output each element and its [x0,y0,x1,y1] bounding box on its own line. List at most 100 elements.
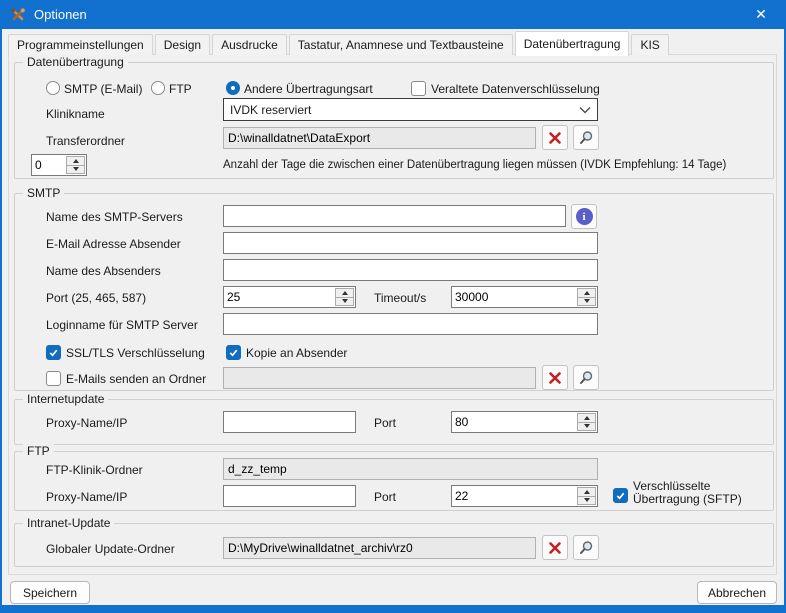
ftp-port-spin-up[interactable] [578,488,595,496]
smtp-server-input[interactable] [223,205,566,227]
tab-strip: Programmeinstellungen Design Ausdrucke T… [8,31,671,55]
tab-datenuebertragung[interactable]: Datenübertragung [515,31,630,56]
close-button[interactable]: ✕ [744,4,778,25]
red-x-icon [548,541,562,555]
smtp-port-spin-down[interactable] [336,297,353,306]
tage-spinner [31,154,87,176]
ftp-port-input[interactable] [452,486,576,506]
radio-ftp[interactable] [151,81,165,95]
checkbox-ssl-tls[interactable] [46,345,61,360]
globaler-update-ordner-field: D:\MyDrive\winalldatnet_archiv\rz0 [223,537,536,559]
save-button[interactable]: Speichern [10,581,90,604]
checkbox-veraltete-datenverschluesselung[interactable] [411,81,426,96]
checkbox-ssl-tls-label: SSL/TLS Verschlüsselung [66,346,205,360]
window-border-bottom [0,605,786,613]
transferordner-clear-button[interactable] [542,125,568,150]
checkbox-kopie-absender[interactable] [226,345,241,360]
inet-port-spin-up[interactable] [578,414,595,422]
smtp-port-spin-up[interactable] [336,289,353,297]
chevron-down-icon [579,106,591,114]
globaler-update-clear-button[interactable] [542,535,568,560]
red-x-icon [548,131,562,145]
timeout-label: Timeout/s [374,291,426,305]
group-intranet-update: Intranet-Update Globaler Update-Ordner D… [14,523,774,567]
transferordner-browse-button[interactable] [573,125,599,150]
ftp-proxy-input[interactable] [223,485,356,507]
checkbox-sftp[interactable] [613,488,628,503]
radio-smtp-email[interactable] [46,81,60,95]
timeout-spin-up[interactable] [578,289,595,297]
timeout-input[interactable] [452,287,576,307]
smtp-server-info-button[interactable]: i [571,204,597,229]
emails-ordner-browse-button[interactable] [573,365,599,390]
tools-icon [10,7,26,23]
checkbox-kopie-absender-label: Kopie an Absender [246,346,347,360]
globaler-update-browse-button[interactable] [573,535,599,560]
inet-port-label: Port [374,416,396,430]
smtp-port-label: Port (25, 465, 587) [46,291,146,305]
timeout-spin-down[interactable] [578,297,595,306]
magnifier-icon [578,130,594,146]
ftp-klinik-ordner-field: d_zz_temp [223,458,598,480]
radio-andere-uebertragungsart[interactable] [226,81,240,95]
tage-spin-down[interactable] [67,165,84,174]
inet-port-input[interactable] [452,412,576,432]
klinikname-value: IVDK reserviert [230,103,311,117]
group-smtp: SMTP Name des SMTP-Servers i E-Mail Adre… [14,193,774,391]
klinikname-select[interactable]: IVDK reserviert [223,98,598,121]
ftp-port-spinner [451,485,598,507]
smtp-server-label: Name des SMTP-Servers [46,210,183,224]
tab-design[interactable]: Design [155,34,210,55]
inet-port-spinner [451,411,598,433]
emails-ordner-field [223,367,536,389]
tage-input[interactable] [32,155,65,175]
group-datenuebertragung: Datenübertragung SMTP (E-Mail) FTP Ander… [14,62,774,179]
inet-port-spin-buttons [577,413,596,431]
inet-port-spin-down[interactable] [578,422,595,431]
globaler-update-ordner-label: Globaler Update-Ordner [46,542,175,556]
inet-proxy-input[interactable] [223,411,356,433]
checkbox-emails-ordner[interactable] [46,371,61,386]
group-internetupdate: Internetupdate Proxy-Name/IP Port [14,399,774,445]
email-absender-label: E-Mail Adresse Absender [46,237,181,251]
smtp-port-input[interactable] [224,287,334,307]
magnifier-icon [578,370,594,386]
group-title: Internetupdate [23,392,108,407]
check-icon [48,347,59,358]
ftp-proxy-label: Proxy-Name/IP [46,490,127,504]
klinikname-label: Klinikname [46,107,105,121]
tab-tastatur-anamnese[interactable]: Tastatur, Anamnese und Textbausteine [289,34,513,55]
email-absender-input[interactable] [223,232,598,254]
group-title: SMTP [23,186,64,201]
window-border-left [0,0,2,613]
cancel-button[interactable]: Abbrechen [697,581,777,604]
window-title: Optionen [34,7,87,22]
radio-ftp-label: FTP [169,82,192,96]
magnifier-icon [578,540,594,556]
checkbox-emails-ordner-label: E-Mails senden an Ordner [66,372,206,386]
timeout-spinner [451,286,598,308]
transferordner-field: D:\winalldatnet\DataExport [223,127,536,149]
group-title: FTP [23,444,54,459]
group-title: Datenübertragung [23,55,128,70]
check-icon [228,347,239,358]
tage-spin-up[interactable] [67,157,84,165]
ftp-port-spin-buttons [577,487,596,505]
check-icon [615,490,626,501]
loginname-label: Loginname für SMTP Server [46,318,198,332]
tage-hint-label: Anzahl der Tage die zwischen einer Daten… [223,158,726,172]
name-absender-input[interactable] [223,259,598,281]
tab-programmeinstellungen[interactable]: Programmeinstellungen [8,34,153,55]
ftp-klinik-ordner-label: FTP-Klinik-Ordner [46,463,143,477]
ftp-port-spin-down[interactable] [578,496,595,505]
emails-ordner-clear-button[interactable] [542,365,568,390]
loginname-input[interactable] [223,313,598,335]
red-x-icon [548,371,562,385]
tab-kis[interactable]: KIS [631,34,668,55]
tage-spin-buttons [66,156,85,174]
timeout-spin-buttons [577,288,596,306]
inet-proxy-label: Proxy-Name/IP [46,416,127,430]
title-bar: Optionen ✕ [0,0,786,29]
options-dialog: Optionen ✕ Programmeinstellungen Design … [0,0,786,613]
tab-ausdrucke[interactable]: Ausdrucke [212,34,287,55]
